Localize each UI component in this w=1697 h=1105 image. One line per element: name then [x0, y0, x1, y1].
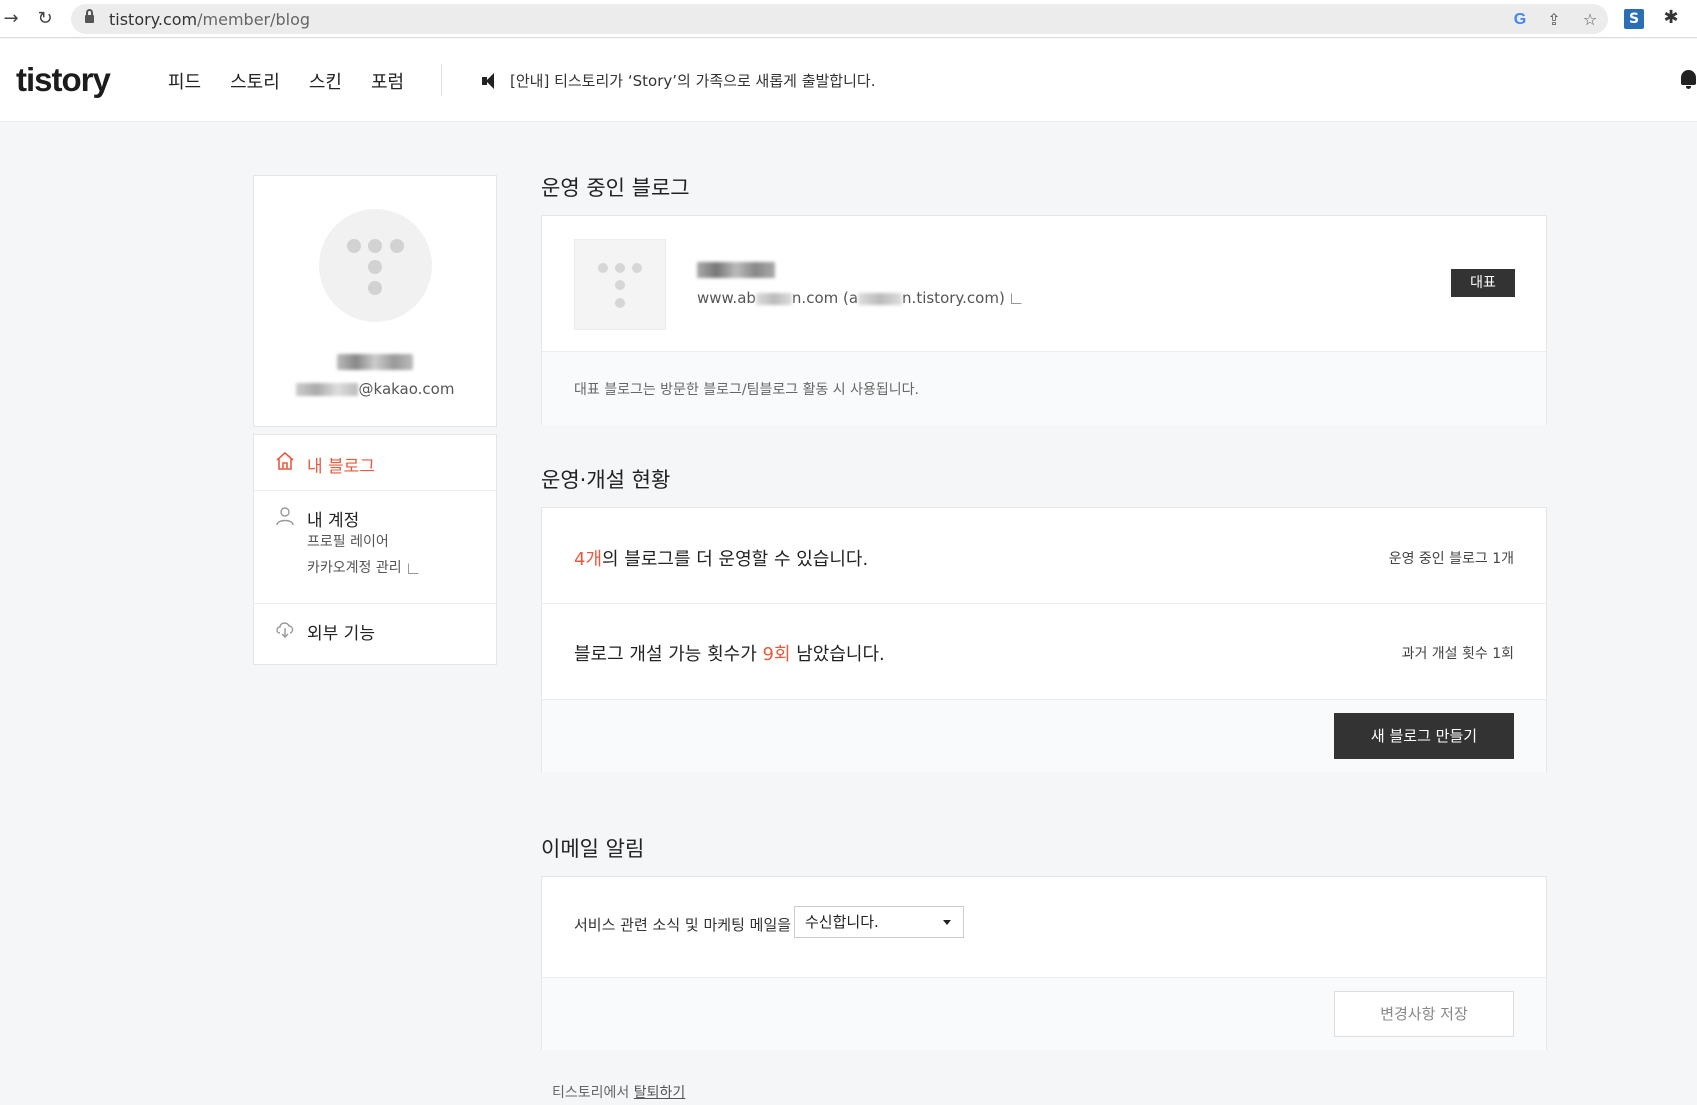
blog-url[interactable]: www.ab n.com (a n.tistory.com) — [697, 289, 1022, 307]
blog-name[interactable] — [697, 262, 775, 278]
caret-down-icon — [943, 920, 951, 925]
address-bar[interactable]: tistory.com/member/blog G ⇪ ☆ — [71, 4, 1608, 34]
notice-banner[interactable]: [안내] 티스토리가 ‘Story’의 가족으로 새롭게 출발합니다. — [482, 70, 875, 91]
url-text[interactable]: tistory.com/member/blog — [109, 10, 310, 29]
status-card: 4개의 블로그를 더 운영할 수 있습니다. 운영 중인 블로그 1개 블로그 … — [541, 507, 1547, 772]
past-creations-count: 과거 개설 횟수 1회 — [1401, 646, 1514, 662]
blogs-section-title: 운영 중인 블로그 — [541, 176, 690, 200]
remaining-creations-text: 블로그 개설 가능 횟수가 9회 남았습니다. — [574, 644, 885, 665]
sidebar-item-label: 내 블로그 — [307, 457, 375, 477]
bookmark-star-icon[interactable]: ☆ — [1580, 10, 1600, 30]
profile-email: @kakao.com — [254, 380, 496, 398]
lock-icon — [85, 9, 94, 24]
external-link-icon — [1010, 293, 1022, 304]
profile-card: @kakao.com — [253, 175, 497, 427]
sidebar-item-label: 외부 기능 — [307, 624, 375, 644]
nav-forum[interactable]: 포럼 — [371, 68, 404, 94]
bell-icon[interactable] — [1680, 70, 1697, 90]
email-setting-label: 서비스 관련 소식 및 마케팅 메일을 — [574, 916, 792, 934]
nav-feed[interactable]: 피드 — [168, 68, 201, 94]
reload-icon[interactable]: ↻ — [34, 8, 56, 30]
blog-thumbnail[interactable] — [574, 239, 666, 330]
leave-tistory: 티스토리에서 탈퇴하기 — [552, 1085, 686, 1101]
save-changes-button[interactable]: 변경사항 저장 — [1334, 991, 1514, 1037]
home-icon — [276, 451, 294, 470]
blog-note-area: 대표 블로그는 방문한 블로그/팀블로그 활동 시 사용됩니다. — [542, 351, 1546, 425]
browser-toolbar: → ↻ tistory.com/member/blog G ⇪ ☆ S ✱ — [0, 0, 1697, 38]
nav-divider — [441, 64, 442, 96]
email-subscription-select[interactable]: 수신합니다. — [794, 906, 964, 938]
status-section-title: 운영·개설 현황 — [541, 468, 671, 492]
email-section-title: 이메일 알림 — [541, 837, 645, 861]
external-link-icon — [407, 562, 419, 574]
sidebar-menu: 내 블로그 내 계정 프로필 레이어 카카오계정 관리 외부 기능 — [253, 434, 497, 665]
nav-story[interactable]: 스토리 — [230, 68, 280, 94]
share-icon[interactable]: ⇪ — [1544, 10, 1564, 30]
status-footer: 새 블로그 만들기 — [542, 699, 1546, 772]
site-header: tistory 피드 스토리 스킨 포럼 [안내] 티스토리가 ‘Story’의… — [0, 39, 1697, 122]
google-icon[interactable]: G — [1510, 10, 1530, 30]
email-footer: 변경사항 저장 — [542, 977, 1546, 1050]
back-arrow-icon[interactable]: → — [0, 8, 22, 30]
email-card: 서비스 관련 소식 및 마케팅 메일을 수신합니다. 변경사항 저장 — [541, 876, 1547, 1050]
extensions-puzzle-icon[interactable]: ✱ — [1660, 7, 1682, 29]
tistory-logo[interactable]: tistory — [16, 61, 111, 99]
create-blog-button[interactable]: 새 블로그 만들기 — [1334, 713, 1514, 759]
kakao-account-link[interactable]: 카카오계정 관리 — [307, 557, 419, 577]
profile-layer-link[interactable]: 프로필 레이어 — [307, 531, 389, 551]
leave-link[interactable]: 탈퇴하기 — [634, 1085, 686, 1101]
representative-note: 대표 블로그는 방문한 블로그/팀블로그 활동 시 사용됩니다. — [574, 382, 919, 398]
cloud-download-icon — [276, 622, 294, 638]
remaining-blogs-text: 4개의 블로그를 더 운영할 수 있습니다. — [574, 549, 869, 570]
profile-name — [254, 354, 496, 374]
avatar — [319, 209, 432, 322]
speaker-icon — [482, 72, 500, 89]
divider — [542, 603, 1546, 604]
sidebar-item-label: 내 계정 — [307, 511, 360, 531]
nav-skin[interactable]: 스킨 — [309, 68, 342, 94]
blog-list-card: www.ab n.com (a n.tistory.com) 대표 대표 블로그는 … — [541, 215, 1547, 425]
representative-badge: 대표 — [1451, 269, 1515, 297]
notice-text[interactable]: [안내] 티스토리가 ‘Story’의 가족으로 새롭게 출발합니다. — [510, 70, 875, 91]
user-icon — [276, 507, 294, 526]
active-blogs-count: 운영 중인 블로그 1개 — [1388, 551, 1514, 567]
main-nav: 피드 스토리 스킨 포럼 — [168, 68, 433, 94]
extension-s-icon[interactable]: S — [1624, 9, 1644, 29]
divider — [254, 490, 496, 491]
divider — [254, 603, 496, 604]
